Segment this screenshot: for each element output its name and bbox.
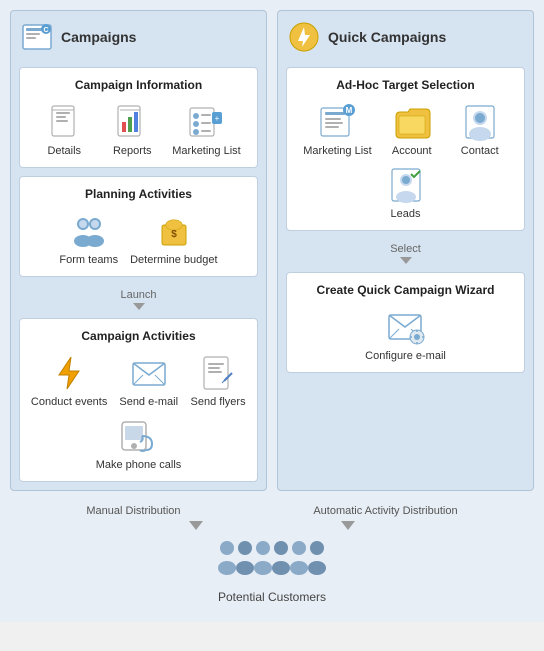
campaign-info-title: Campaign Information: [30, 78, 247, 92]
svg-text:$: $: [171, 229, 177, 240]
leads-icon: [386, 165, 426, 205]
main-container: C Campaigns Campaign Information: [0, 0, 544, 622]
send-email-item[interactable]: Send e-mail: [119, 353, 178, 408]
marketing-list-icon: +: [186, 102, 226, 142]
account-item[interactable]: Account: [384, 102, 440, 157]
svg-text:M: M: [346, 106, 353, 115]
campaigns-header: C Campaigns: [19, 19, 258, 59]
potential-customers-icon: [212, 534, 332, 584]
determine-budget-label: Determine budget: [130, 254, 217, 266]
select-arrow: Select: [286, 239, 525, 264]
determine-budget-item[interactable]: $ Determine budget: [130, 211, 217, 266]
campaigns-title: Campaigns: [61, 29, 136, 45]
wizard-box: Create Quick Campaign Wizard: [286, 272, 525, 373]
make-phone-label: Make phone calls: [96, 459, 182, 471]
configure-email-item[interactable]: Configure e-mail: [365, 307, 446, 362]
adhoc-box: Ad-Hoc Target Selection M M: [286, 67, 525, 231]
top-section: C Campaigns Campaign Information: [10, 10, 534, 491]
teams-icon: [69, 211, 109, 251]
reports-item[interactable]: Reports: [104, 102, 160, 157]
left-down-arrow: [189, 521, 203, 530]
bottom-arrows: [121, 521, 423, 530]
details-icon: [44, 102, 84, 142]
launch-arrow: Launch: [19, 285, 258, 310]
adhoc-items: M Marketing List Account: [297, 102, 514, 220]
lightning-icon: [49, 353, 89, 393]
campaigns-header-icon: C: [19, 19, 55, 55]
campaign-info-items: Details Reports: [30, 102, 247, 157]
activities-box: Campaign Activities Conduct events: [19, 318, 258, 482]
quick-campaigns-header: Quick Campaigns: [286, 19, 525, 59]
budget-icon: $: [154, 211, 194, 251]
send-email-label: Send e-mail: [119, 396, 178, 408]
flyer-icon: [198, 353, 238, 393]
details-item[interactable]: Details: [36, 102, 92, 157]
make-phone-item[interactable]: Make phone calls: [96, 416, 182, 471]
send-flyers-item[interactable]: Send flyers: [190, 353, 246, 408]
phone-icon: [118, 416, 158, 456]
configure-email-icon: [385, 307, 425, 347]
marketing-list-item[interactable]: + Marketing List: [172, 102, 240, 157]
email-icon: [129, 353, 169, 393]
wizard-title: Create Quick Campaign Wizard: [297, 283, 514, 297]
marketing-list-label: Marketing List: [172, 145, 240, 157]
activities-title: Campaign Activities: [30, 329, 247, 343]
planning-box: Planning Activities Form teams: [19, 176, 258, 277]
conduct-events-label: Conduct events: [31, 396, 107, 408]
svg-text:+: +: [215, 114, 220, 123]
form-teams-label: Form teams: [59, 254, 118, 266]
account-label: Account: [392, 145, 432, 157]
qc-marketing-list-item[interactable]: M Marketing List: [303, 102, 371, 157]
contact-item[interactable]: Contact: [452, 102, 508, 157]
campaign-info-box: Campaign Information Details: [19, 67, 258, 168]
campaigns-column: C Campaigns Campaign Information: [10, 10, 267, 491]
account-icon: [392, 102, 432, 142]
planning-title: Planning Activities: [30, 187, 247, 201]
details-label: Details: [47, 145, 81, 157]
contact-icon: [460, 102, 500, 142]
leads-label: Leads: [391, 208, 421, 220]
conduct-events-item[interactable]: Conduct events: [31, 353, 107, 408]
potential-customers-label: Potential Customers: [218, 590, 326, 604]
manual-distribution-label: Manual Distribution: [86, 505, 180, 517]
adhoc-title: Ad-Hoc Target Selection: [297, 78, 514, 92]
leads-item[interactable]: Leads: [378, 165, 434, 220]
bottom-section: Manual Distribution Automatic Activity D…: [10, 491, 534, 612]
planning-items: Form teams $ Determine budget: [30, 211, 247, 266]
configure-email-label: Configure e-mail: [365, 350, 446, 362]
svg-text:C: C: [43, 27, 48, 34]
form-teams-item[interactable]: Form teams: [59, 211, 118, 266]
mktlist-icon: M: [317, 102, 357, 142]
contact-label: Contact: [461, 145, 499, 157]
quick-campaigns-column: Quick Campaigns Ad-Hoc Target Selection: [277, 10, 534, 491]
reports-label: Reports: [113, 145, 152, 157]
bottom-labels: Manual Distribution Automatic Activity D…: [20, 505, 524, 517]
reports-icon: [112, 102, 152, 142]
automatic-distribution-label: Automatic Activity Distribution: [313, 505, 457, 517]
wizard-items: Configure e-mail: [297, 307, 514, 362]
send-flyers-label: Send flyers: [191, 396, 246, 408]
quick-campaigns-header-icon: [286, 19, 322, 55]
activities-items: Conduct events Send e-mail: [30, 353, 247, 471]
right-down-arrow: [341, 521, 355, 530]
quick-campaigns-title: Quick Campaigns: [328, 29, 446, 45]
qc-marketing-list-label: Marketing List: [303, 145, 371, 157]
